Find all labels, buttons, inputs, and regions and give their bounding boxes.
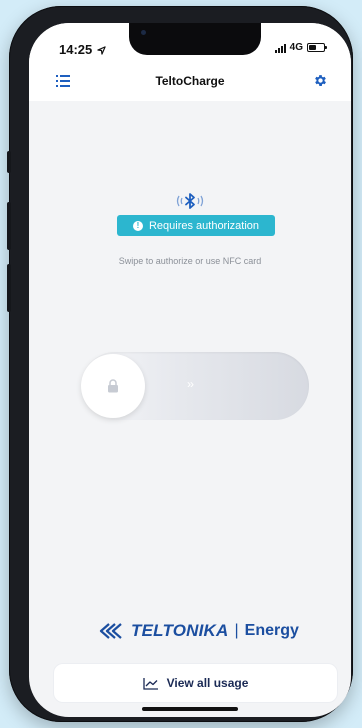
battery-icon: [307, 43, 327, 52]
notch: [129, 23, 261, 55]
lock-icon: [108, 379, 118, 393]
swipe-chevrons-icon: ››: [187, 377, 194, 391]
badge-label: Requires authorization: [148, 219, 260, 232]
teltonika-logo-icon: [99, 623, 122, 639]
gear-icon[interactable]: [313, 73, 328, 88]
bluetooth-status: [29, 191, 351, 211]
swipe-handle[interactable]: [81, 354, 145, 418]
view-all-usage-button[interactable]: View all usage: [54, 664, 337, 702]
location-arrow-icon: [97, 46, 106, 55]
app-screen: 14:25 4G TeltoCharge ! Requires authoriz…: [29, 23, 351, 717]
usage-button-label: View all usage: [166, 676, 249, 690]
signal-icon: [274, 43, 286, 53]
phone-frame: 14:25 4G TeltoCharge ! Requires authoriz…: [7, 6, 353, 722]
status-time: 14:25: [59, 42, 106, 57]
brand-name: TELTONIKA: [131, 621, 229, 640]
status-icons: 4G: [274, 42, 327, 53]
brand-logo: TELTONIKA | Energy: [99, 621, 299, 641]
authorization-badge: ! Requires authorization: [117, 215, 275, 236]
volume-down-button: [7, 264, 11, 312]
brand-subtitle: Energy: [244, 622, 299, 639]
brand-separator: |: [234, 622, 239, 639]
page-title: TeltoCharge: [155, 74, 225, 88]
mute-switch: [7, 151, 11, 173]
info-icon: !: [132, 220, 143, 231]
chart-line-icon: [142, 677, 158, 690]
home-indicator[interactable]: [142, 707, 238, 711]
network-label: 4G: [289, 42, 303, 53]
camera-dot: [141, 30, 146, 35]
volume-up-button: [7, 202, 11, 250]
authorization-hint: Swipe to authorize or use NFC card: [118, 256, 262, 266]
bluetooth-icon: [176, 193, 204, 209]
